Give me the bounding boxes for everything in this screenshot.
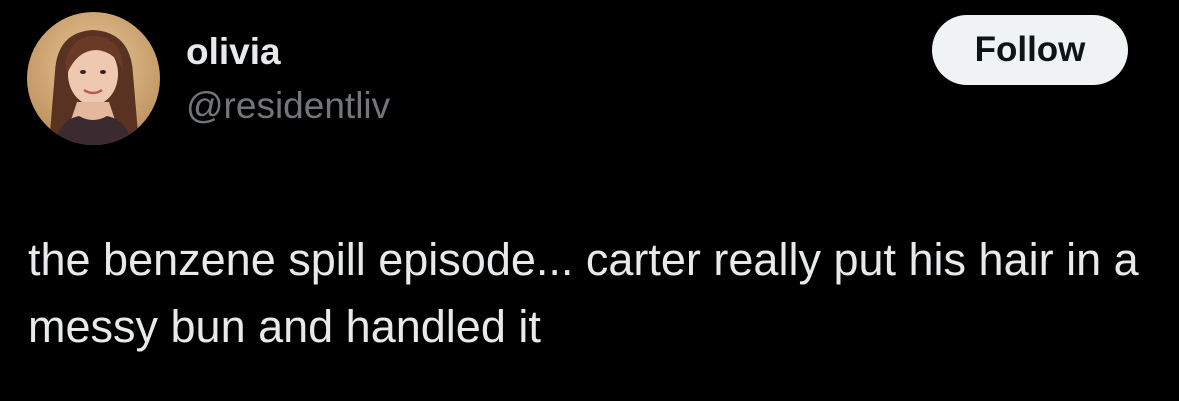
avatar[interactable]: [27, 12, 160, 145]
tweet-card: olivia @residentliv Follow the benzene s…: [0, 0, 1179, 401]
follow-button[interactable]: Follow: [932, 15, 1128, 85]
profile-photo-icon: [27, 12, 160, 145]
tweet-text: the benzene spill episode... carter real…: [28, 234, 1139, 352]
user-handle[interactable]: @residentliv: [186, 84, 390, 128]
display-name[interactable]: olivia: [186, 30, 281, 74]
